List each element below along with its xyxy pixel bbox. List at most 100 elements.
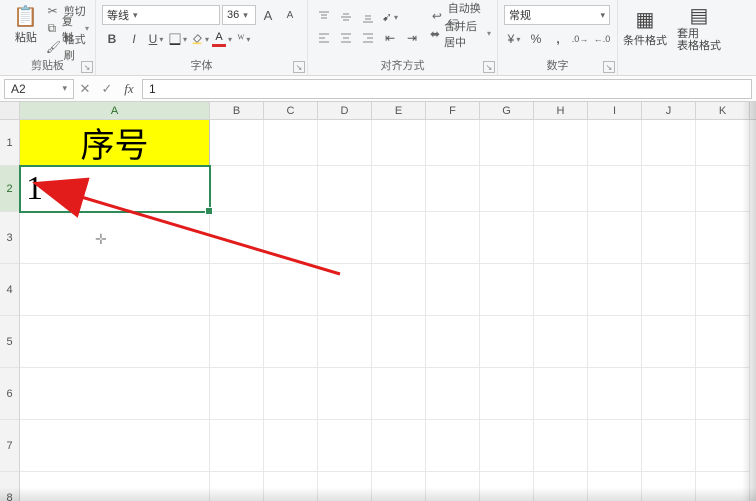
cell-J4[interactable] <box>642 264 696 316</box>
cell-F1[interactable] <box>426 120 480 166</box>
cell-A1[interactable]: 序号 <box>20 120 210 166</box>
cell-F2[interactable] <box>426 166 480 212</box>
cell-I3[interactable] <box>588 212 642 264</box>
cell-F3[interactable] <box>426 212 480 264</box>
bold-button[interactable]: B <box>102 29 122 49</box>
italic-button[interactable]: I <box>124 29 144 49</box>
cell-E2[interactable] <box>372 166 426 212</box>
cell-B4[interactable] <box>210 264 264 316</box>
cell-D4[interactable] <box>318 264 372 316</box>
percent-button[interactable]: % <box>526 29 546 49</box>
cell-G5[interactable] <box>480 316 534 368</box>
row-header-1[interactable]: 1 <box>0 120 20 166</box>
cell-E4[interactable] <box>372 264 426 316</box>
cell-J2[interactable] <box>642 166 696 212</box>
cell-C5[interactable] <box>264 316 318 368</box>
cell-E3[interactable] <box>372 212 426 264</box>
cell-J7[interactable] <box>642 420 696 472</box>
cell-G4[interactable] <box>480 264 534 316</box>
row-header-2[interactable]: 2 <box>0 166 20 212</box>
comma-button[interactable]: , <box>548 29 568 49</box>
name-box[interactable]: A2 ▾ <box>4 79 74 99</box>
cell-G2[interactable] <box>480 166 534 212</box>
orientation-button[interactable]: ➹ <box>380 7 400 27</box>
align-center-button[interactable] <box>336 28 356 48</box>
cell-A3[interactable] <box>20 212 210 264</box>
format-painter-button[interactable]: 🖌 格式刷 <box>46 38 89 55</box>
cell-I5[interactable] <box>588 316 642 368</box>
cell-E7[interactable] <box>372 420 426 472</box>
increase-indent-button[interactable]: ⇥ <box>402 28 422 48</box>
cell-H4[interactable] <box>534 264 588 316</box>
col-header-A[interactable]: A <box>20 102 210 119</box>
cell-D6[interactable] <box>318 368 372 420</box>
alignment-dialog-launcher[interactable]: ↘ <box>483 61 495 73</box>
cell-I2[interactable] <box>588 166 642 212</box>
cell-C7[interactable] <box>264 420 318 472</box>
cell-B5[interactable] <box>210 316 264 368</box>
conditional-format-button[interactable]: ▦ 条件格式 <box>621 3 669 55</box>
increase-decimal-button[interactable]: .0→ <box>570 29 590 49</box>
cell-C6[interactable] <box>264 368 318 420</box>
cell-H5[interactable] <box>534 316 588 368</box>
decrease-decimal-button[interactable]: ←.0 <box>592 29 612 49</box>
cell-B1[interactable] <box>210 120 264 166</box>
accounting-format-button[interactable]: ¥ <box>504 29 524 49</box>
cell-I1[interactable] <box>588 120 642 166</box>
increase-font-button[interactable]: A <box>258 5 278 25</box>
col-header-G[interactable]: G <box>480 102 534 119</box>
cell-G1[interactable] <box>480 120 534 166</box>
border-button[interactable] <box>168 29 188 49</box>
cell-A2[interactable]: 1 <box>20 166 210 212</box>
formula-cancel-button[interactable]: ✕ <box>74 79 96 99</box>
col-header-E[interactable]: E <box>372 102 426 119</box>
cell-F5[interactable] <box>426 316 480 368</box>
underline-button[interactable]: U <box>146 29 166 49</box>
cell-B3[interactable] <box>210 212 264 264</box>
decrease-font-button[interactable]: A <box>280 5 300 25</box>
cell-E6[interactable] <box>372 368 426 420</box>
row-header-7[interactable]: 7 <box>0 420 20 472</box>
phonetic-button[interactable]: ᵂ <box>234 29 254 49</box>
cell-G7[interactable] <box>480 420 534 472</box>
fill-color-button[interactable] <box>190 29 210 49</box>
col-header-H[interactable]: H <box>534 102 588 119</box>
cell-I6[interactable] <box>588 368 642 420</box>
font-color-button[interactable]: A <box>212 29 232 49</box>
row-header-6[interactable]: 6 <box>0 368 20 420</box>
cell-H3[interactable] <box>534 212 588 264</box>
insert-function-button[interactable]: fx <box>118 79 140 99</box>
row-header-4[interactable]: 4 <box>0 264 20 316</box>
col-header-J[interactable]: J <box>642 102 696 119</box>
row-header-3[interactable]: 3 <box>0 212 20 264</box>
cell-C4[interactable] <box>264 264 318 316</box>
align-right-button[interactable] <box>358 28 378 48</box>
number-format-combo[interactable]: 常规 ▾ <box>504 5 610 25</box>
cell-H2[interactable] <box>534 166 588 212</box>
cell-C2[interactable] <box>264 166 318 212</box>
clipboard-dialog-launcher[interactable]: ↘ <box>81 61 93 73</box>
cell-J5[interactable] <box>642 316 696 368</box>
align-middle-button[interactable] <box>336 7 356 27</box>
cell-C1[interactable] <box>264 120 318 166</box>
cell-C3[interactable] <box>264 212 318 264</box>
cell-D7[interactable] <box>318 420 372 472</box>
cell-I7[interactable] <box>588 420 642 472</box>
cell-J1[interactable] <box>642 120 696 166</box>
cell-F6[interactable] <box>426 368 480 420</box>
cells-area[interactable]: 序号1 <box>20 120 756 501</box>
align-top-button[interactable] <box>314 7 334 27</box>
cell-A5[interactable] <box>20 316 210 368</box>
merge-center-button[interactable]: ⬌ 合并后居中 ▾ <box>430 25 491 42</box>
worksheet-grid[interactable]: ABCDEFGHIJK 12345678 序号1 ✛ <box>0 102 756 501</box>
col-header-D[interactable]: D <box>318 102 372 119</box>
cell-G6[interactable] <box>480 368 534 420</box>
cell-D1[interactable] <box>318 120 372 166</box>
align-left-button[interactable] <box>314 28 334 48</box>
col-header-I[interactable]: I <box>588 102 642 119</box>
cell-B7[interactable] <box>210 420 264 472</box>
font-size-combo[interactable]: 36 ▾ <box>222 5 256 25</box>
cell-A6[interactable] <box>20 368 210 420</box>
col-header-B[interactable]: B <box>210 102 264 119</box>
cell-E1[interactable] <box>372 120 426 166</box>
